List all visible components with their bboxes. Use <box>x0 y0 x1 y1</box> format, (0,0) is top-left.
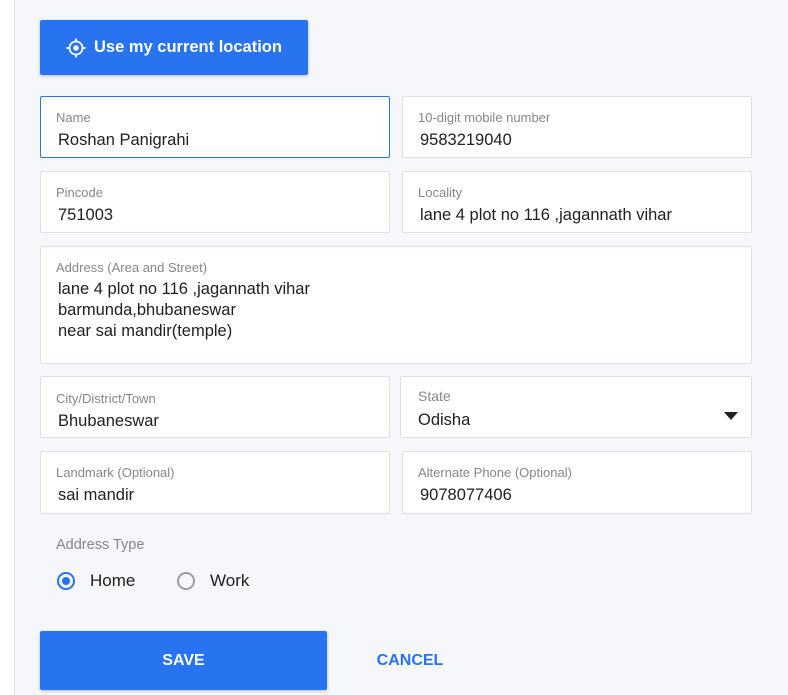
name-field[interactable]: Name Roshan Panigrahi <box>40 96 390 158</box>
mobile-number-field[interactable]: 10-digit mobile number 9583219040 <box>402 96 752 158</box>
state-select[interactable]: State Odisha <box>400 376 752 438</box>
locality-label: Locality <box>418 185 463 200</box>
city-field[interactable]: City/District/Town Bhubaneswar <box>40 376 390 438</box>
address-type-label: Address Type <box>56 537 145 553</box>
address-textarea[interactable]: Address (Area and Street) lane 4 plot no… <box>40 246 752 364</box>
landmark-label: Landmark (Optional) <box>56 465 175 480</box>
use-current-location-button[interactable]: Use my current location <box>40 20 308 75</box>
city-value: Bhubaneswar <box>58 412 159 430</box>
alternate-phone-value: 9078077406 <box>420 486 512 504</box>
address-type-work-radio[interactable]: Work <box>177 571 249 591</box>
address-label: Address (Area and Street) <box>56 260 208 275</box>
dropdown-arrow-icon <box>724 412 738 420</box>
page-edge <box>0 0 15 695</box>
name-value: Roshan Panigrahi <box>58 131 190 149</box>
mobile-number-value: 9583219040 <box>420 131 512 149</box>
save-button[interactable]: SAVE <box>40 631 327 690</box>
name-label: Name <box>56 110 91 125</box>
state-label: State <box>418 388 451 404</box>
landmark-field[interactable]: Landmark (Optional) sai mandir <box>40 451 390 514</box>
radio-unselected-icon <box>177 572 195 590</box>
alternate-phone-label: Alternate Phone (Optional) <box>418 465 572 480</box>
state-value: Odisha <box>418 411 471 429</box>
mobile-number-label: 10-digit mobile number <box>418 110 551 125</box>
city-label: City/District/Town <box>56 391 156 406</box>
radio-selected-icon <box>57 572 75 590</box>
landmark-value: sai mandir <box>58 486 135 504</box>
address-type-work-label: Work <box>210 571 250 590</box>
crosshair-icon <box>66 38 86 57</box>
cancel-button[interactable]: CANCEL <box>360 631 460 690</box>
locality-value: lane 4 plot no 116 ,jagannath vihar <box>420 206 672 224</box>
address-value: lane 4 plot no 116 ,jagannath vihar barm… <box>58 280 310 340</box>
locality-field[interactable]: Locality lane 4 plot no 116 ,jagannath v… <box>402 171 752 233</box>
pincode-field[interactable]: Pincode 751003 <box>40 171 390 233</box>
address-type-home-label: Home <box>90 571 136 590</box>
pincode-label: Pincode <box>56 185 103 200</box>
alternate-phone-field[interactable]: Alternate Phone (Optional) 9078077406 <box>402 451 752 514</box>
address-type-home-radio[interactable]: Home <box>57 571 135 591</box>
pincode-value: 751003 <box>58 206 114 224</box>
use-current-location-label: Use my current location <box>94 38 282 56</box>
